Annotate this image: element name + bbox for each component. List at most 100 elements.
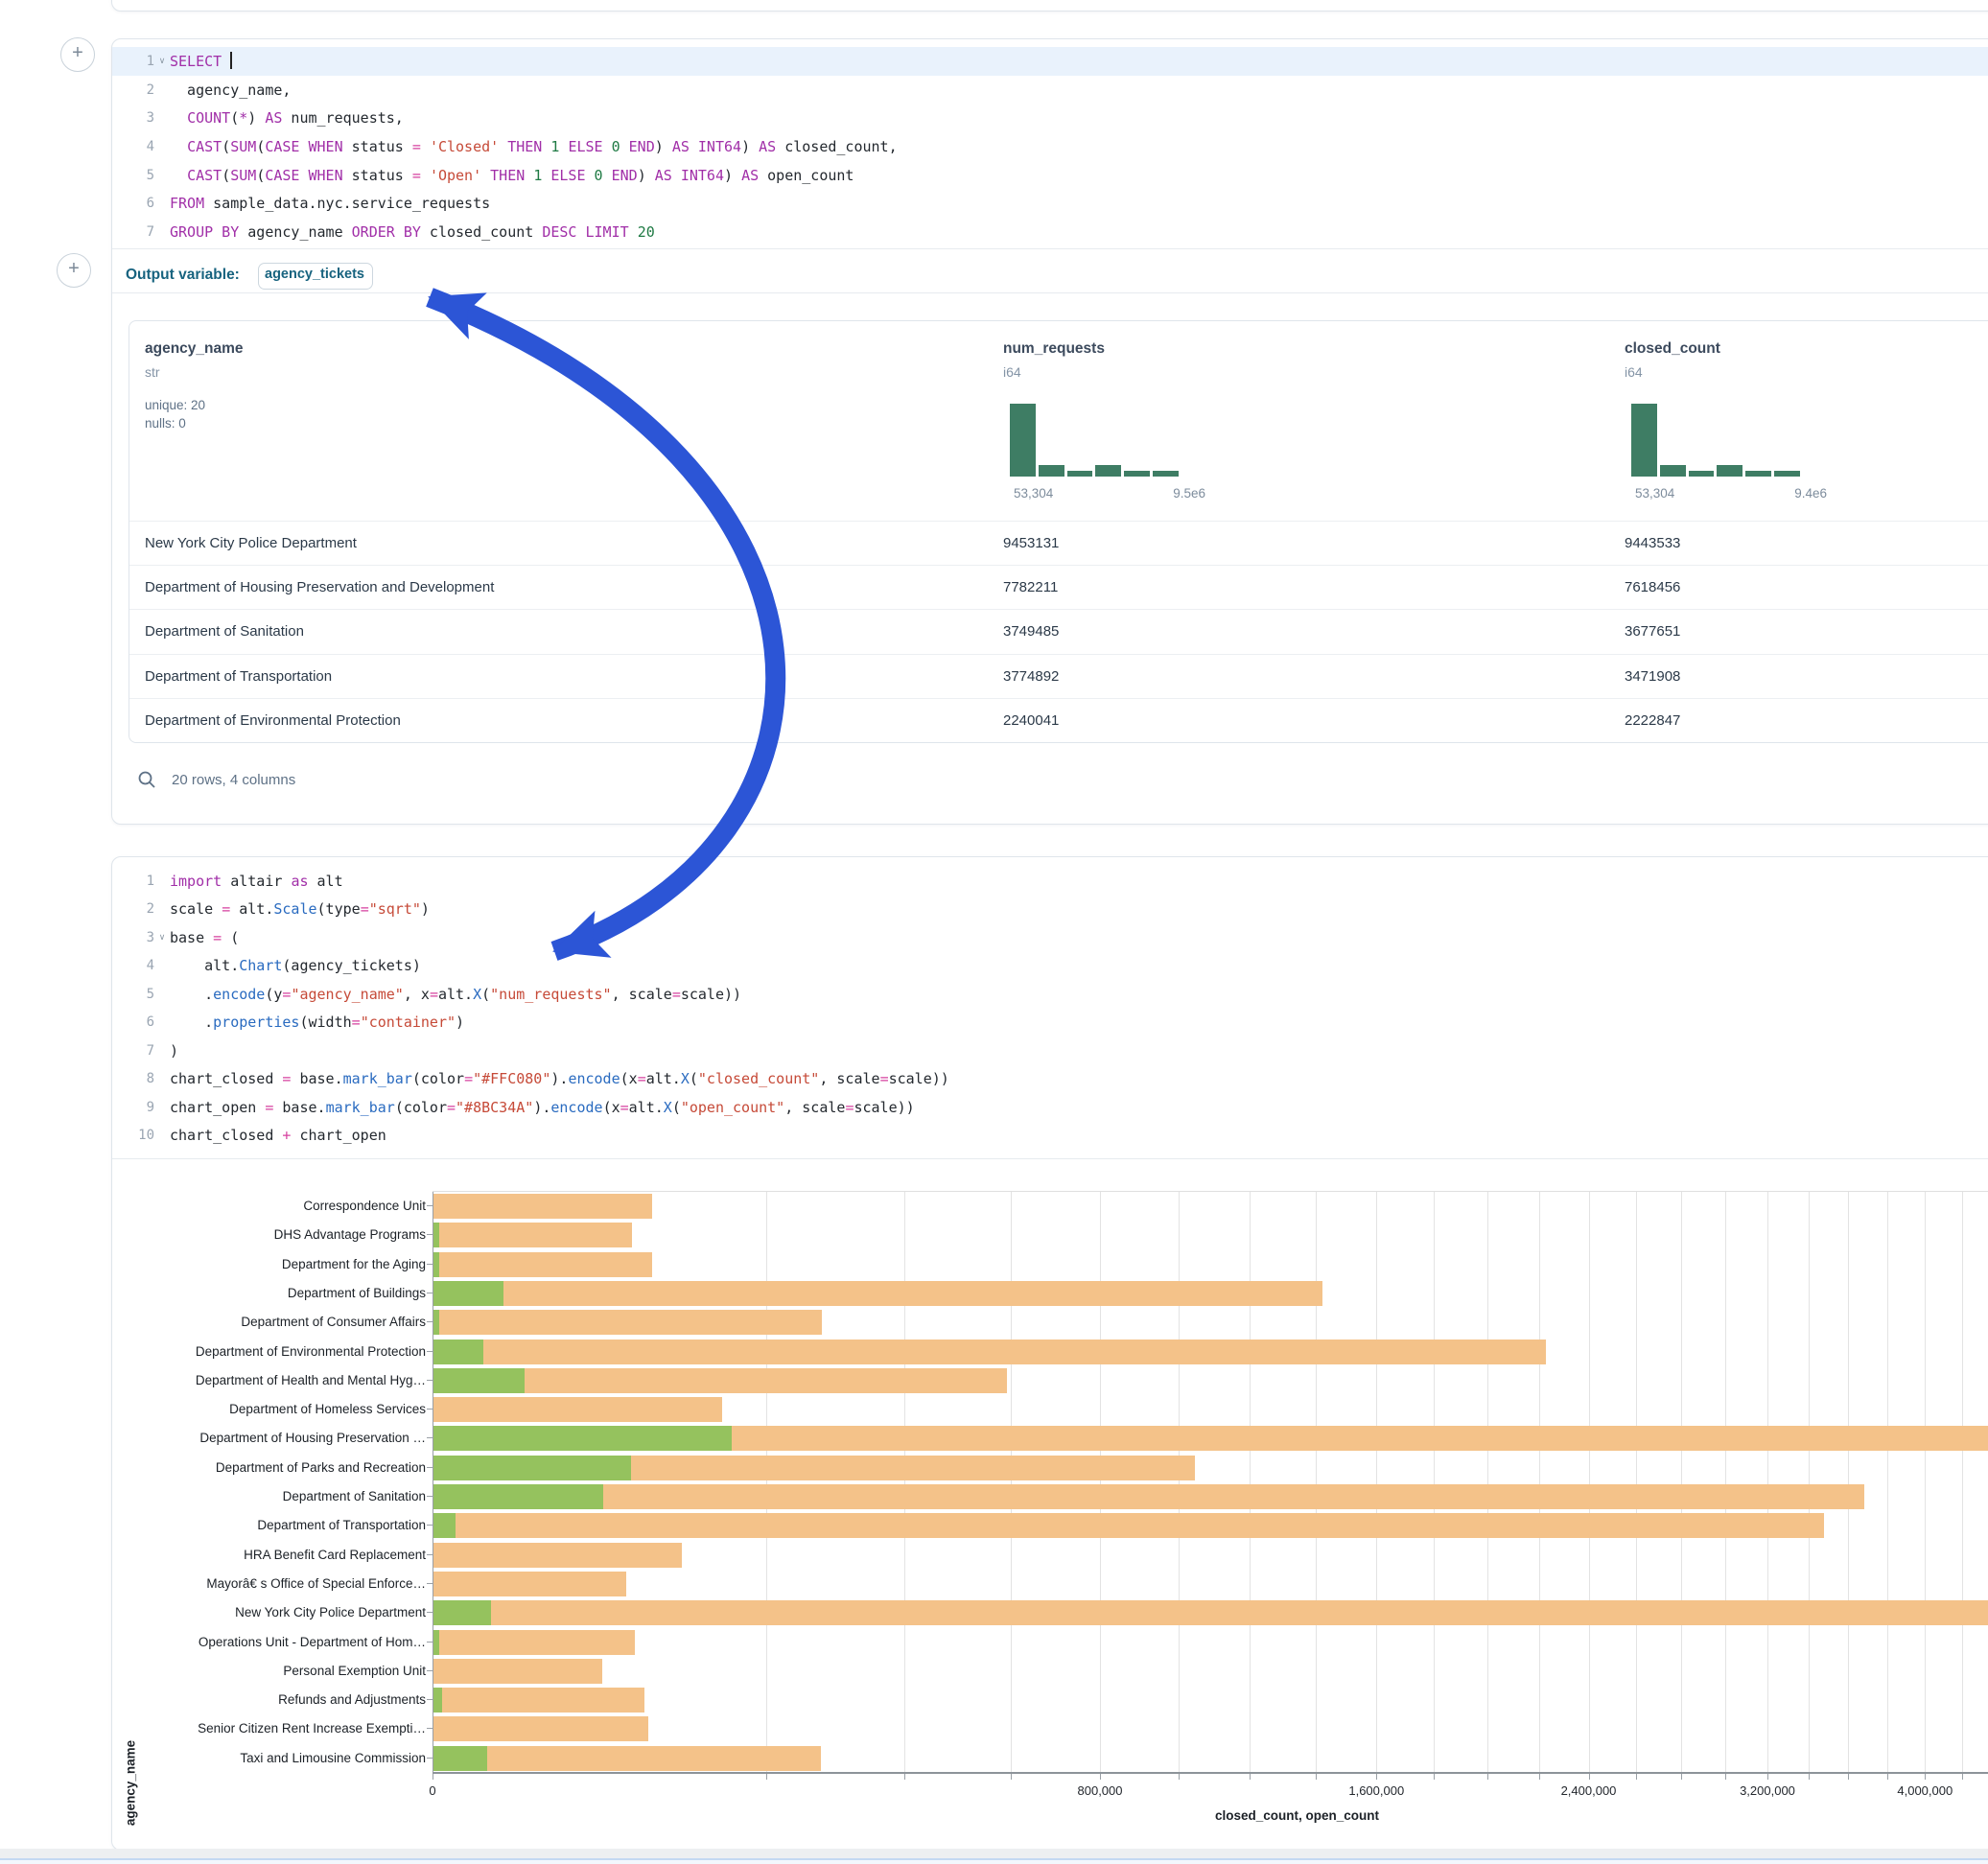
add-cell-button-top[interactable]: + — [60, 37, 95, 72]
chart-x-axis: 0800,0001,600,0002,400,0003,200,0004,000… — [433, 1772, 1988, 1810]
collapse-chevron-icon[interactable]: ∨ — [154, 47, 170, 76]
bar-open-count — [433, 1426, 732, 1451]
code-line[interactable]: 5 .encode(y="agency_name", x=alt.X("num_… — [112, 980, 1988, 1009]
code-line[interactable]: 4 alt.Chart(agency_tickets) — [112, 952, 1988, 981]
y-axis-label: HRA Benefit Card Replacement — [147, 1548, 426, 1562]
sql-cell-card: 1∨SELECT 2 agency_name,3 COUNT(*) AS num… — [111, 38, 1988, 825]
histogram-bar — [1010, 404, 1036, 477]
bar-open-count — [433, 1340, 483, 1364]
code-line[interactable]: 7GROUP BY agency_name ORDER BY closed_co… — [112, 218, 1988, 246]
bar-closed-count — [433, 1223, 632, 1247]
num-requests-histogram — [1010, 404, 1179, 477]
code-line[interactable]: 1import altair as alt — [112, 867, 1988, 896]
bar-closed-count — [433, 1716, 648, 1741]
code-line[interactable]: 1∨SELECT — [112, 47, 1988, 76]
x-axis-tick — [1011, 1774, 1012, 1780]
x-axis-tick — [1434, 1774, 1435, 1780]
collapse-chevron-icon[interactable]: ∨ — [154, 923, 170, 952]
column-type: i64 — [1625, 364, 1720, 380]
column-header-num-requests[interactable]: num_requests i64 — [1003, 340, 1105, 380]
code-text: chart_closed + chart_open — [170, 1127, 386, 1144]
histogram-bar — [1631, 404, 1657, 477]
bar-open-count — [433, 1310, 439, 1335]
code-line[interactable]: 2scale = alt.Scale(type="sqrt") — [112, 896, 1988, 924]
code-line[interactable]: 6FROM sample_data.nyc.service_requests — [112, 189, 1988, 218]
line-number: 2 — [112, 82, 154, 98]
code-line[interactable]: 8chart_closed = base.mark_bar(color="#FF… — [112, 1065, 1988, 1094]
chart-plot-area — [433, 1191, 1988, 1773]
code-line[interactable]: 4 CAST(SUM(CASE WHEN status = 'Closed' T… — [112, 132, 1988, 161]
bar-open-count — [433, 1746, 487, 1771]
line-number: 1 — [112, 54, 154, 69]
code-line[interactable]: 3 COUNT(*) AS num_requests, — [112, 104, 1988, 132]
y-axis-label: Department of Transportation — [147, 1518, 426, 1532]
line-number: 4 — [112, 139, 154, 154]
x-axis-tick — [1316, 1774, 1317, 1780]
x-axis-tick-label: 4,000,000 — [1897, 1783, 1953, 1798]
y-axis-label: DHS Advantage Programs — [147, 1227, 426, 1242]
column-header-closed-count[interactable]: closed_count i64 — [1625, 340, 1720, 380]
y-axis-label: Department of Buildings — [147, 1286, 426, 1300]
gridline — [1487, 1192, 1488, 1773]
column-header-agency-name[interactable]: agency_name str unique: 20 nulls: 0 — [145, 340, 244, 431]
code-text: import altair as alt — [170, 873, 343, 890]
gridline — [1809, 1192, 1810, 1773]
column-type: str — [145, 364, 244, 380]
bar-closed-count — [433, 1340, 1546, 1364]
header-body-divider — [129, 521, 1988, 522]
range-max: 9.4e6 — [1794, 486, 1827, 501]
add-cell-button-middle[interactable]: + — [57, 253, 91, 288]
bar-closed-count — [433, 1397, 722, 1422]
histogram-bar — [1124, 471, 1150, 477]
closed-count-range: 53,304 9.4e6 — [1635, 486, 1827, 501]
code-text: base = ( — [170, 929, 239, 946]
gridline — [1848, 1192, 1849, 1773]
gridline — [1767, 1192, 1768, 1773]
y-axis-label: Department of Consumer Affairs — [147, 1315, 426, 1329]
y-axis-label: Refunds and Adjustments — [147, 1692, 426, 1707]
code-text: GROUP BY agency_name ORDER BY closed_cou… — [170, 223, 655, 241]
code-text: FROM sample_data.nyc.service_requests — [170, 195, 490, 212]
previous-cell-card — [111, 0, 1988, 12]
code-line[interactable]: 9chart_open = base.mark_bar(color="#8BC3… — [112, 1093, 1988, 1122]
output-variable-pill[interactable]: agency_tickets — [258, 263, 373, 290]
y-axis-label: Department of Homeless Services — [147, 1402, 426, 1416]
search-icon[interactable] — [137, 770, 156, 789]
code-line[interactable]: 3∨base = ( — [112, 923, 1988, 952]
y-axis-label: Senior Citizen Rent Increase Exempti… — [147, 1721, 426, 1736]
code-line[interactable]: 5 CAST(SUM(CASE WHEN status = 'Open' THE… — [112, 161, 1988, 190]
bar-open-count — [433, 1600, 491, 1625]
column-nulls-stat: nulls: 0 — [145, 416, 244, 431]
bar-closed-count — [433, 1630, 635, 1655]
line-number: 2 — [112, 901, 154, 917]
cell-closed-count: 7618456 — [1625, 579, 1680, 595]
gridline — [1179, 1192, 1180, 1773]
cell-agency-name: Department of Sanitation — [145, 623, 304, 640]
code-line[interactable]: 10chart_closed + chart_open — [112, 1122, 1988, 1151]
code-line[interactable]: 2 agency_name, — [112, 76, 1988, 105]
python-code-editor[interactable]: 1import altair as alt2scale = alt.Scale(… — [112, 857, 1988, 1150]
x-axis-tick — [1179, 1774, 1180, 1780]
x-axis-title: closed_count, open_count — [1215, 1808, 1379, 1823]
range-max: 9.5e6 — [1173, 486, 1205, 501]
column-name: num_requests — [1003, 340, 1105, 358]
x-axis-domain-line — [433, 1772, 1988, 1774]
bar-closed-count — [433, 1659, 602, 1684]
bar-open-count — [433, 1484, 603, 1509]
histogram-bar — [1660, 465, 1686, 477]
y-axis-label: Department of Parks and Recreation — [147, 1460, 426, 1475]
bar-open-count — [433, 1630, 439, 1655]
y-axis-label: Mayorâ€ s Office of Special Enforce… — [147, 1576, 426, 1591]
x-axis-tick-label: 1,600,000 — [1348, 1783, 1404, 1798]
code-text: chart_closed = base.mark_bar(color="#FFC… — [170, 1070, 949, 1087]
dataframe-preview-card: agency_name str unique: 20 nulls: 0 num_… — [129, 320, 1988, 743]
cell-agency-name: Department of Environmental Protection — [145, 712, 401, 729]
sql-code-editor[interactable]: 1∨SELECT 2 agency_name,3 COUNT(*) AS num… — [112, 39, 1988, 246]
x-axis-tick — [1539, 1774, 1540, 1780]
y-axis-label: New York City Police Department — [147, 1605, 426, 1619]
code-line[interactable]: 7) — [112, 1037, 1988, 1065]
code-line[interactable]: 6 .properties(width="container") — [112, 1009, 1988, 1037]
cell-closed-count: 2222847 — [1625, 712, 1680, 729]
code-text: alt.Chart(agency_tickets) — [170, 957, 421, 974]
histogram-bar — [1689, 471, 1715, 477]
